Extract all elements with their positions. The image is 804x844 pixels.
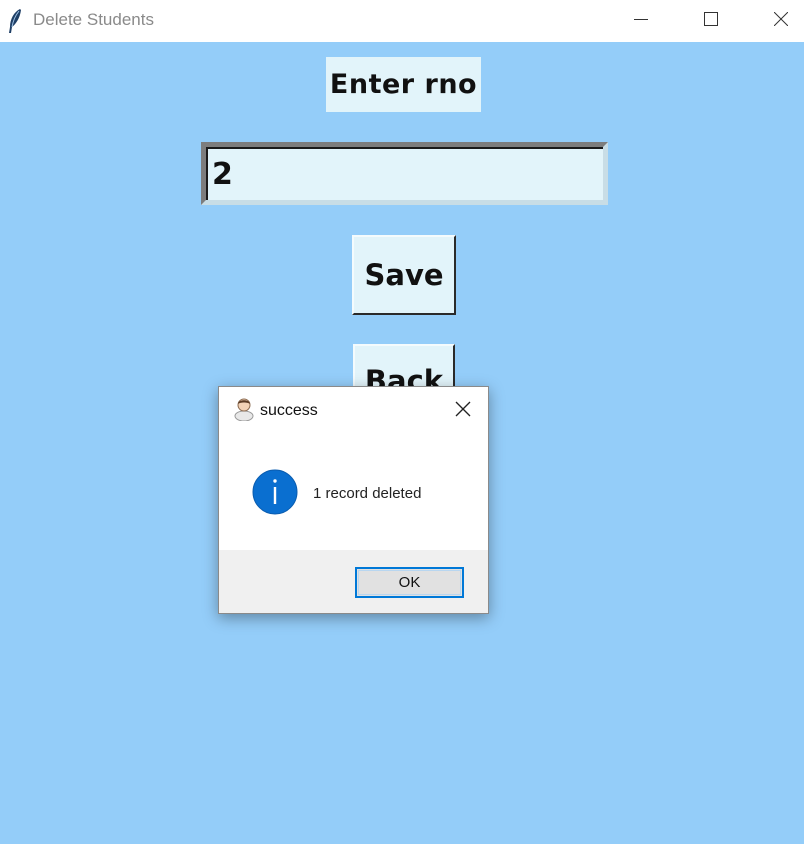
dialog-message: 1 record deleted xyxy=(313,485,422,502)
title-bar[interactable]: Delete Students xyxy=(0,0,804,42)
maximize-button[interactable] xyxy=(688,0,734,42)
close-icon xyxy=(774,12,788,26)
dialog-close-icon[interactable] xyxy=(455,401,471,417)
user-icon xyxy=(234,398,254,421)
rno-input[interactable]: 2 xyxy=(201,142,608,205)
dialog-title: success xyxy=(260,402,318,419)
minimize-icon xyxy=(634,19,648,20)
delete-students-window: Delete Students Enter rno 2 Save Back su… xyxy=(0,0,804,844)
save-button[interactable]: Save xyxy=(352,235,456,315)
rno-input-value: 2 xyxy=(212,157,233,192)
info-icon xyxy=(252,469,298,515)
window-title: Delete Students xyxy=(33,10,154,29)
maximize-icon xyxy=(704,12,718,26)
minimize-button[interactable] xyxy=(618,0,664,42)
feather-icon xyxy=(9,9,21,33)
success-dialog: success 1 record deleted OK xyxy=(218,386,489,614)
dialog-footer: OK xyxy=(219,550,488,613)
ok-button[interactable]: OK xyxy=(355,567,464,598)
close-button[interactable] xyxy=(758,0,804,42)
rno-label: Enter rno xyxy=(326,57,481,112)
rno-input-field[interactable]: 2 xyxy=(206,147,603,200)
